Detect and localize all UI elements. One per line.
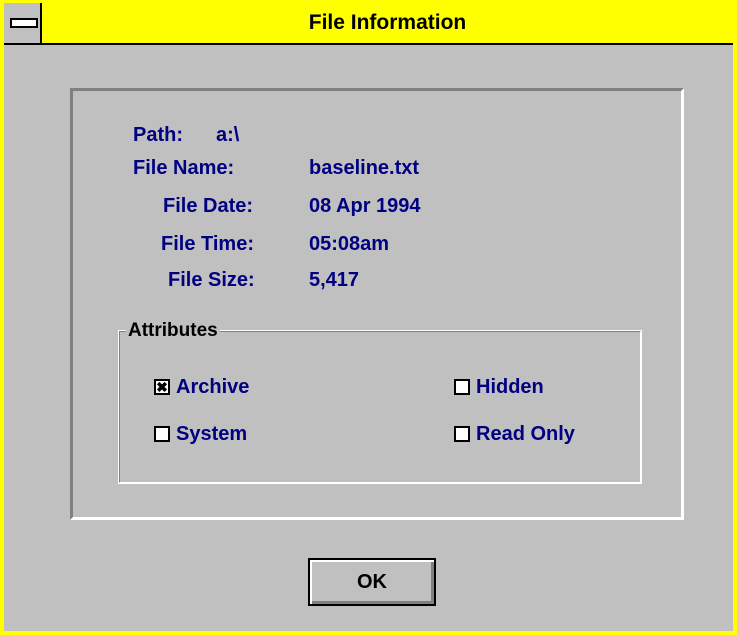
hidden-checkbox[interactable]: Hidden [454, 374, 594, 400]
checkbox-unchecked-icon [154, 426, 170, 442]
title-bar[interactable]: File Information [4, 3, 733, 45]
path-label: Path: [133, 124, 183, 146]
file-date-value: 08 Apr 1994 [309, 195, 421, 217]
system-checkbox[interactable]: System [154, 421, 294, 447]
hidden-label: Hidden [476, 376, 544, 398]
archive-label: Archive [176, 376, 250, 398]
file-time-label: File Time: [161, 233, 254, 255]
attributes-group: Attributes ✖ Archive Hidden System Read … [118, 318, 642, 484]
attributes-group-label: Attributes [126, 318, 220, 344]
file-name-label: File Name: [133, 157, 235, 179]
checkbox-unchecked-icon [454, 426, 470, 442]
checkbox-checked-icon: ✖ [154, 379, 170, 395]
archive-checkbox[interactable]: ✖ Archive [154, 374, 294, 400]
file-time-value: 05:08am [309, 233, 390, 255]
ok-button[interactable]: OK [308, 558, 436, 606]
system-label: System [176, 423, 248, 445]
file-size-label: File Size: [168, 269, 255, 291]
file-date-label: File Date: [163, 195, 254, 217]
file-size-value: 5,417 [309, 269, 360, 291]
system-menu-icon [10, 18, 38, 28]
system-menu-button[interactable] [4, 3, 42, 43]
window-title: File Information [308, 11, 467, 34]
read-only-checkbox[interactable]: Read Only [454, 421, 624, 447]
read-only-label: Read Only [476, 423, 575, 445]
checkbox-unchecked-icon [454, 379, 470, 395]
file-info-panel: Path: a:\ File Name: baseline.txt File D… [70, 88, 684, 520]
file-information-dialog: File Information Path: a:\ File Name: ba… [0, 0, 737, 635]
file-name-value: baseline.txt [309, 157, 420, 179]
path-value: a:\ [216, 124, 240, 146]
